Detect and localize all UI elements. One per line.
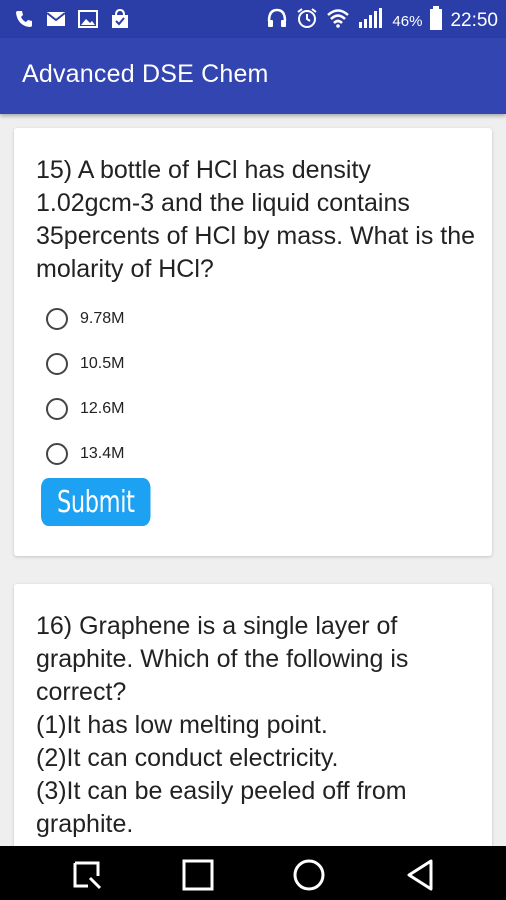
- option-label: 12.6M: [80, 399, 125, 417]
- option-1[interactable]: 9.78M: [46, 296, 124, 341]
- image-icon: [78, 10, 98, 33]
- option-label: 13.4M: [80, 444, 125, 462]
- radio-button[interactable]: [46, 397, 68, 420]
- submit-button[interactable]: Submit: [41, 478, 151, 526]
- radio-button[interactable]: [46, 442, 68, 465]
- option-3[interactable]: 12.6M: [46, 386, 124, 431]
- option-2[interactable]: 10.5M: [46, 341, 124, 386]
- navigation-bar: [0, 846, 506, 900]
- battery-icon: [430, 6, 443, 36]
- question-card-15: 15) A bottle of HCl has density 1.02gcm-…: [14, 128, 492, 556]
- status-bar: 46% 22:50: [0, 0, 506, 38]
- option-label: 9.78M: [80, 309, 125, 327]
- question-text: 16) Graphene is a single layer of graphi…: [36, 610, 476, 841]
- option-4[interactable]: 13.4M: [46, 431, 124, 476]
- recents-icon[interactable]: [70, 858, 104, 892]
- question-line: 16) Graphene is a single layer of graphi…: [36, 612, 409, 706]
- answer-options: 9.78M 10.5M 12.6M 13.4M: [46, 296, 124, 476]
- headset-icon: [266, 7, 288, 35]
- radio-button[interactable]: [46, 307, 68, 330]
- option-label: 10.5M: [80, 354, 125, 372]
- home-icon[interactable]: [181, 858, 215, 892]
- wifi-icon: [326, 8, 350, 34]
- app-bar: Advanced DSE Chem: [0, 38, 506, 114]
- shopping-bag-icon: [110, 8, 130, 34]
- app-title: Advanced DSE Chem: [22, 60, 269, 88]
- phone-icon: [14, 9, 34, 34]
- question-text: 15) A bottle of HCl has density 1.02gcm-…: [36, 156, 476, 283]
- status-time: 22:50: [450, 10, 498, 31]
- question-line: (1)It has low melting point.: [36, 711, 328, 739]
- back-icon[interactable]: [403, 858, 437, 892]
- question-card-16: 16) Graphene is a single layer of graphi…: [14, 584, 492, 854]
- circle-icon[interactable]: [292, 858, 326, 892]
- question-line: (3)It can be easily peeled off from grap…: [36, 777, 407, 838]
- battery-percent: 46%: [392, 12, 423, 30]
- mail-icon: [46, 11, 66, 32]
- signal-icon: [358, 7, 384, 35]
- question-line: (2)It can conduct electricity.: [36, 744, 339, 772]
- alarm-icon: [296, 7, 318, 35]
- radio-button[interactable]: [46, 352, 68, 375]
